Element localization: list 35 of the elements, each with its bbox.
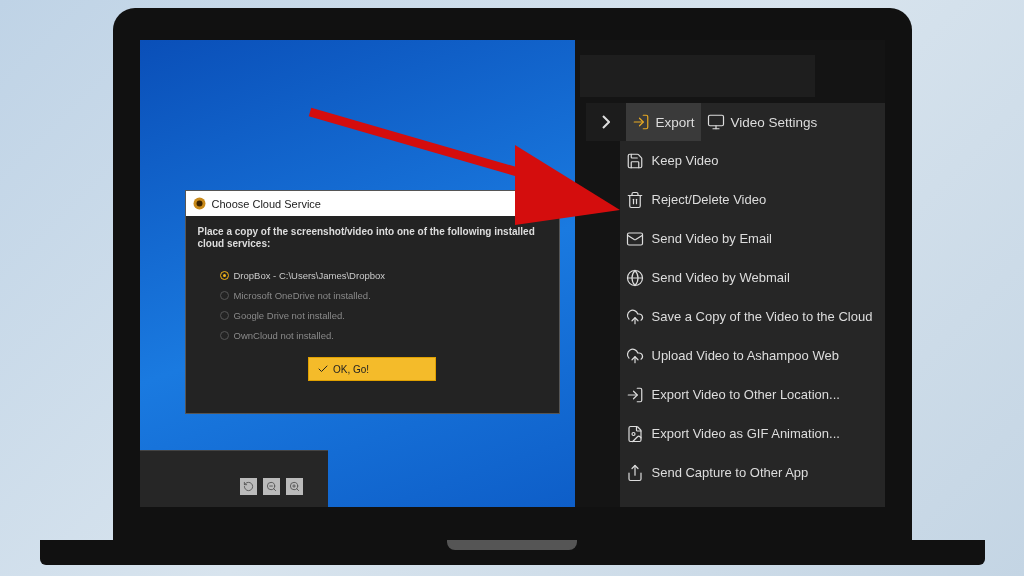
radio-option[interactable]: DropBox - C:\Users\James\Dropbox [219, 270, 559, 281]
rotate-button[interactable] [239, 478, 257, 495]
app-logo-icon [192, 197, 206, 210]
rotate-icon [242, 481, 254, 492]
chevron-right-icon [601, 115, 610, 129]
menu-item[interactable]: Send Capture to Other App [625, 453, 885, 492]
zoom-in-button[interactable] [285, 478, 303, 495]
cloud-upload-icon [625, 307, 644, 326]
export-icon [625, 385, 644, 404]
menu-item[interactable]: Upload Video to Ashampoo Web [625, 336, 885, 375]
menu-item[interactable]: Send Video by Webmail [625, 258, 885, 297]
toolbar-tab[interactable]: Video Settings [700, 103, 824, 141]
zoom-out-icon [265, 481, 277, 492]
toolbar-tab[interactable]: Export [625, 103, 701, 141]
envelope-icon [625, 229, 644, 248]
trash-icon [625, 190, 644, 209]
menu-item[interactable]: Export Video as GIF Animation... [625, 414, 885, 453]
menu-item[interactable]: Keep Video [625, 141, 885, 180]
menu-item[interactable]: Send Video by Email [625, 219, 885, 258]
globe-icon [625, 268, 644, 287]
menu-item[interactable]: Export Video to Other Location... [625, 375, 885, 414]
dialog-title: Choose Cloud Service [211, 197, 321, 210]
screen-icon [706, 113, 725, 131]
menu-item[interactable]: Reject/Delete Video [625, 180, 885, 219]
check-icon [317, 363, 329, 375]
share-icon [625, 463, 644, 482]
menu-item[interactable]: Save a Copy of the Video to the Cloud [625, 297, 885, 336]
ok-button[interactable]: OK, Go! [308, 357, 436, 381]
dialog-message: Place a copy of the screenshot/video into one of the following installed cloud services: [196, 225, 536, 250]
export-icon [631, 113, 650, 131]
zoom-out-button[interactable] [262, 478, 280, 495]
gif-file-icon [625, 424, 644, 443]
zoom-in-icon [288, 481, 300, 492]
expand-button[interactable] [585, 103, 626, 141]
cloud-upload-icon [625, 346, 644, 365]
